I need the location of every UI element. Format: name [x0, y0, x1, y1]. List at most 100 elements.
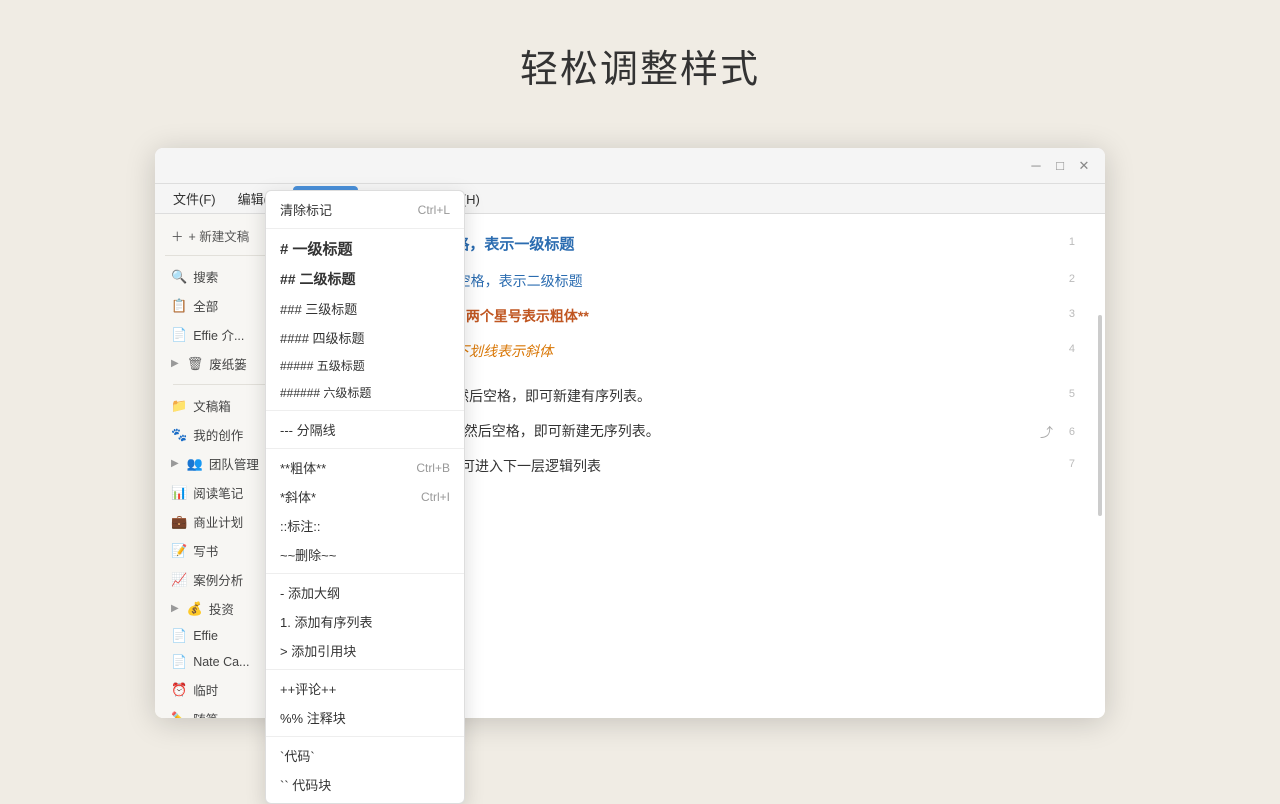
- dd-item-quote[interactable]: > 添加引用块: [266, 636, 464, 665]
- doc-content-bold: **在文字前后加两个星号表示粗体**: [371, 306, 1059, 327]
- all-docs-icon: 📋: [171, 298, 187, 314]
- dd-h2-label: ## 二级标题: [280, 269, 355, 289]
- dd-outline-label: - 添加大纲: [280, 583, 340, 602]
- sidebar-docs-label: 文稿箱: [193, 396, 231, 415]
- share-icon[interactable]: ⤴: [1040, 422, 1053, 441]
- dd-item-comment[interactable]: ::标注::: [266, 511, 464, 540]
- mark-dropdown-menu: 清除标记 Ctrl+L # 一级标题 ## 二级标题 ### 三级标题 ####…: [265, 190, 465, 804]
- doc-content-ordered: 输入数字、点然后空格，即可新建有序列表。: [371, 386, 1059, 407]
- dd-divider-line-label: --- 分隔线: [280, 420, 336, 439]
- sidebar-reading-label: 阅读笔记: [193, 483, 243, 502]
- sidebar-team-label: 团队管理: [209, 454, 259, 473]
- search-icon: 🔍: [171, 269, 187, 285]
- dd-item-ordered-list[interactable]: 1. 添加有序列表: [266, 607, 464, 636]
- doc-icon: 📄: [171, 327, 187, 343]
- dd-clear-mark-shortcut: Ctrl+L: [418, 203, 450, 217]
- dd-item-note[interactable]: %% 注释块: [266, 703, 464, 732]
- doc-content-italic: 在文字前后加下划线表示斜体: [371, 341, 1059, 362]
- dd-item-h1[interactable]: # 一级标题: [266, 233, 464, 264]
- pencil-icon: ✏️: [171, 711, 187, 719]
- doc-content-h2: 输入##号然后空格，表示二级标题: [371, 271, 1059, 292]
- minimize-button[interactable]: ─: [1027, 157, 1045, 175]
- dd-divider-4: [266, 573, 464, 574]
- dd-item-h2[interactable]: ## 二级标题: [266, 264, 464, 294]
- dd-review-label: ++评论++: [280, 679, 336, 698]
- dd-code-block-label: `` 代码块: [280, 775, 331, 794]
- sidebar-nate-label: Nate Ca...: [193, 655, 249, 669]
- dd-h5-label: ##### 五级标题: [280, 357, 365, 374]
- dd-item-review[interactable]: ++评论++: [266, 674, 464, 703]
- line-num-4: 4: [1059, 341, 1075, 362]
- close-button[interactable]: ✕: [1075, 157, 1093, 175]
- dd-italic-shortcut: Ctrl+I: [421, 490, 450, 504]
- page-title: 轻松调整样式: [0, 0, 1280, 93]
- chart-icon: 📈: [171, 572, 187, 588]
- nate-icon: 📄: [171, 654, 187, 670]
- scroll-indicator: [1098, 315, 1102, 517]
- line-num-7: 7: [1059, 456, 1075, 477]
- restore-button[interactable]: □: [1051, 157, 1069, 175]
- sidebar-effie-label: Effie 介...: [193, 325, 244, 344]
- dd-bold-label: **粗体**: [280, 458, 326, 477]
- dd-item-h5[interactable]: ##### 五级标题: [266, 352, 464, 379]
- dd-item-h3[interactable]: ### 三级标题: [266, 294, 464, 323]
- dd-h3-label: ### 三级标题: [280, 299, 357, 318]
- dd-comment-label: ::标注::: [280, 516, 320, 535]
- business-icon: 💼: [171, 514, 187, 530]
- doc-content-subbullet: 按后退键即可进入下一层逻辑列表: [371, 456, 1059, 477]
- dd-item-h4[interactable]: #### 四级标题: [266, 323, 464, 352]
- paw-icon: 🐾: [171, 427, 187, 443]
- dd-note-label: %% 注释块: [280, 708, 346, 727]
- dd-item-strikethrough[interactable]: ~~删除~~: [266, 540, 464, 569]
- menu-file[interactable]: 文件(F): [163, 186, 226, 211]
- sidebar-cases-label: 案例分析: [193, 570, 243, 589]
- reading-icon: 📊: [171, 485, 187, 501]
- dd-item-divider-line[interactable]: --- 分隔线: [266, 415, 464, 444]
- dd-h4-label: #### 四级标题: [280, 328, 365, 347]
- doc-content-bullet: 输入"-"或者"+"然后空格，即可新建无序列表。: [371, 421, 1040, 442]
- sidebar-temp-label: 临时: [193, 680, 218, 699]
- sidebar-effie2-label: Effie: [193, 629, 218, 643]
- chevron-invest-icon: ▶: [171, 603, 179, 614]
- dd-divider-1: [266, 228, 464, 229]
- dd-bold-shortcut: Ctrl+B: [416, 461, 450, 475]
- dd-divider-5: [266, 669, 464, 670]
- line-num-2: 2: [1059, 271, 1075, 292]
- folder-icon: 📁: [171, 398, 187, 414]
- dd-item-h6[interactable]: ###### 六级标题: [266, 379, 464, 406]
- dd-clear-mark-label: 清除标记: [280, 200, 332, 219]
- dd-item-bold[interactable]: **粗体** Ctrl+B: [266, 453, 464, 482]
- sidebar-invest-label: 投资: [209, 599, 234, 618]
- title-bar: ─ □ ✕: [155, 148, 1105, 184]
- dd-divider-2: [266, 410, 464, 411]
- chevron-icon: ▶: [171, 358, 179, 369]
- line-num-5: 5: [1059, 386, 1075, 407]
- dd-quote-label: > 添加引用块: [280, 641, 356, 660]
- dd-strikethrough-label: ~~删除~~: [280, 545, 336, 564]
- window-controls: ─ □ ✕: [1027, 157, 1093, 175]
- dd-inline-code-label: `代码`: [280, 746, 315, 765]
- sidebar-my-work-label: 我的创作: [193, 425, 243, 444]
- dd-item-clear-mark[interactable]: 清除标记 Ctrl+L: [266, 195, 464, 224]
- trash-icon: 🗑: [187, 356, 204, 372]
- line-num-3: 3: [1059, 306, 1075, 327]
- dd-h6-label: ###### 六级标题: [280, 384, 371, 401]
- dd-italic-label: *斜体*: [280, 487, 316, 506]
- plus-icon: ＋: [171, 226, 184, 245]
- dd-divider-6: [266, 736, 464, 737]
- line-num-6: 6: [1059, 424, 1075, 438]
- dd-item-outline[interactable]: - 添加大纲: [266, 578, 464, 607]
- doc-content-h1: 输入#然后空格，表示一级标题: [371, 234, 1059, 257]
- sidebar-notes-label: 随笔: [193, 709, 218, 718]
- doc2-icon: 📄: [171, 628, 187, 644]
- sidebar-search-label: 搜索: [193, 267, 218, 286]
- dd-item-inline-code[interactable]: `代码`: [266, 741, 464, 770]
- sidebar-all-label: 全部: [193, 296, 218, 315]
- team-icon: 👥: [187, 456, 203, 472]
- sidebar-business-label: 商业计划: [193, 512, 243, 531]
- dd-item-code-block[interactable]: `` 代码块: [266, 770, 464, 799]
- dd-divider-3: [266, 448, 464, 449]
- invest-icon: 💰: [187, 601, 203, 617]
- chevron-team-icon: ▶: [171, 458, 179, 469]
- dd-item-italic[interactable]: *斜体* Ctrl+I: [266, 482, 464, 511]
